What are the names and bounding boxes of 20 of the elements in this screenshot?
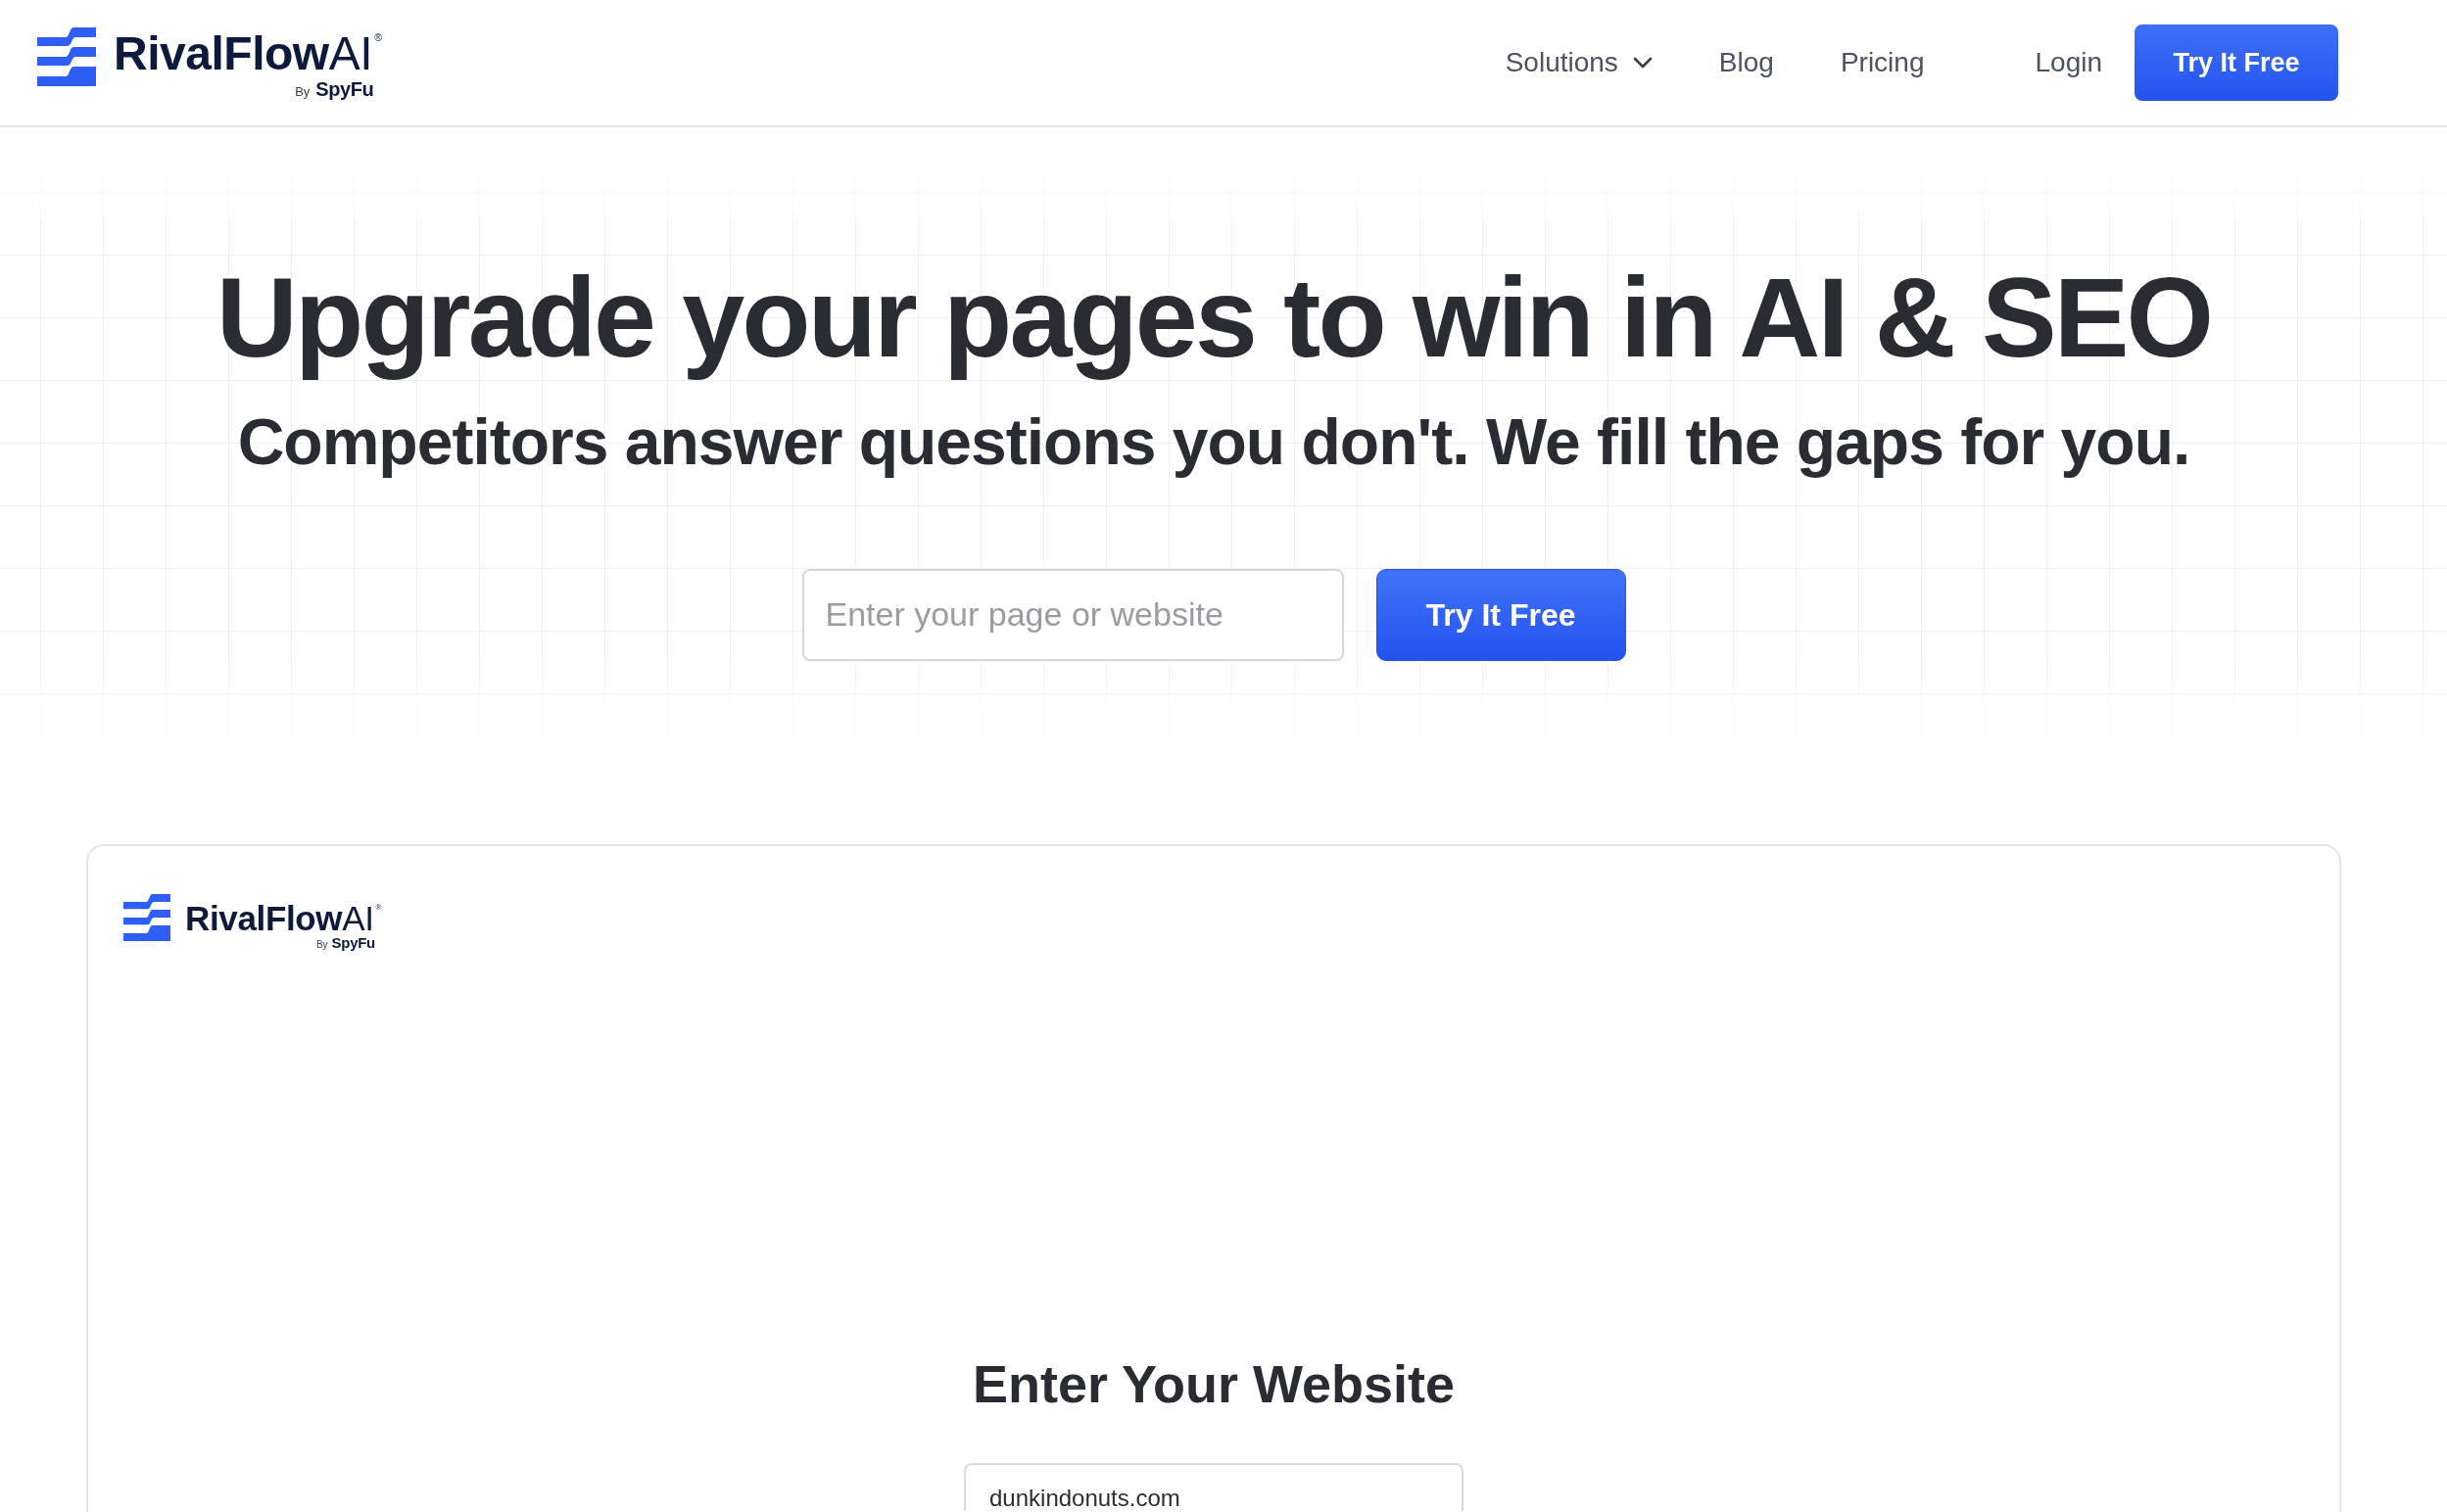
stripes-logo-icon <box>123 893 170 941</box>
logo-byline: By <box>315 939 328 950</box>
try-free-button[interactable]: Try It Free <box>1375 568 1626 661</box>
logo-parent-brand[interactable]: SpyFu <box>315 78 374 99</box>
hero-headline: Upgrade your pages to win in AI & SEO <box>215 256 2213 380</box>
nav-link[interactable]: Pricing <box>1840 46 1925 79</box>
logo-wordmark[interactable]: RivalFlowAI$^{®}$ <box>114 29 382 77</box>
url-input[interactable]: Enter your page or website <box>801 568 1344 661</box>
stripes-logo-icon[interactable] <box>37 26 96 86</box>
logo-parent-brand: SpyFu <box>331 934 375 950</box>
hero-subheadline: Competitors answer questions you don't. We fill the gaps for you. <box>236 403 2191 480</box>
section-heading: Enter Your Website <box>971 1352 1457 1415</box>
nav-dropdown[interactable]: Solutions <box>1505 46 1653 79</box>
website-input[interactable]: dunkindonuts.com <box>964 1463 1463 1512</box>
login-link[interactable]: Login <box>2035 46 2102 79</box>
logo-byline[interactable]: By <box>295 84 311 98</box>
nav-link[interactable]: Blog <box>1718 46 1774 79</box>
try-free-button[interactable]: Try It Free <box>2135 24 2338 101</box>
chevron-down-icon <box>1632 57 1653 69</box>
logo-wordmark: RivalFlowAI$^{®}$ <box>185 900 381 935</box>
